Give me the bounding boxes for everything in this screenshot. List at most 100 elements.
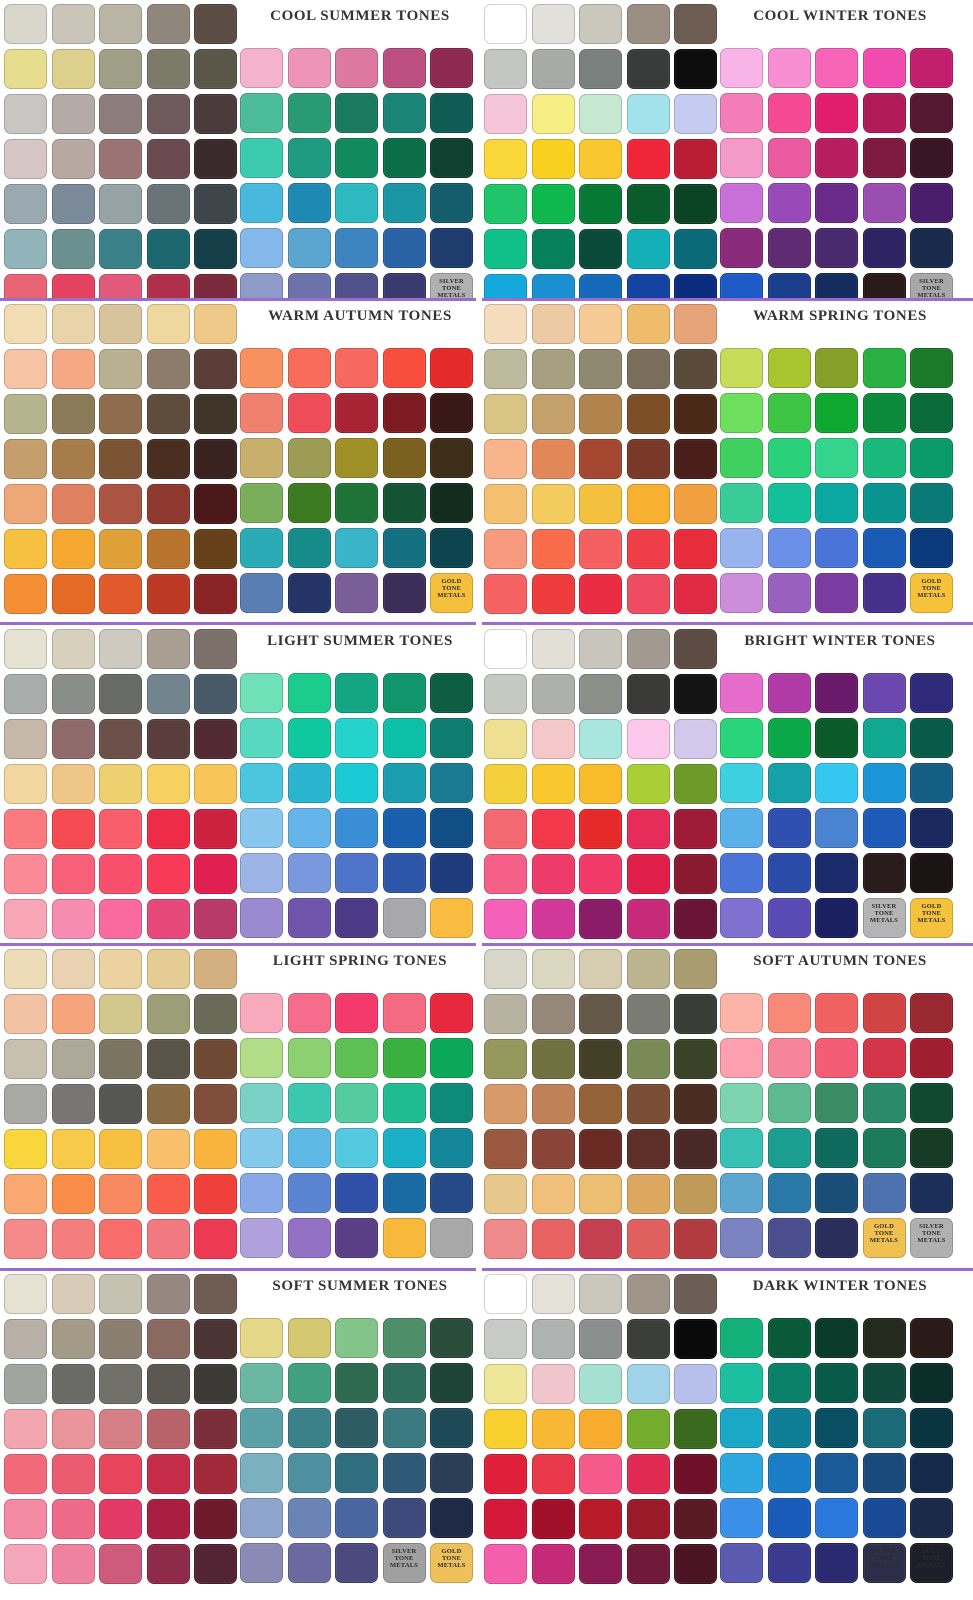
swatch — [335, 1318, 378, 1358]
swatch — [579, 574, 622, 614]
swatch — [146, 1454, 190, 1494]
swatch — [767, 393, 811, 433]
swatch — [335, 1218, 378, 1258]
swatch — [815, 1038, 858, 1078]
swatch — [4, 1319, 47, 1359]
swatch — [51, 1364, 95, 1404]
swatch — [51, 674, 95, 714]
swatch — [674, 1454, 717, 1494]
swatch — [626, 674, 670, 714]
swatch — [51, 274, 95, 300]
swatch — [815, 48, 858, 88]
swatch — [335, 228, 378, 268]
swatch — [626, 439, 670, 479]
swatch — [720, 438, 763, 478]
swatch — [910, 93, 953, 133]
swatch — [910, 228, 953, 268]
metal-label: GOLD TONE METALS — [917, 1548, 946, 1569]
swatch — [335, 853, 378, 893]
swatch — [51, 1544, 95, 1584]
swatch — [51, 899, 95, 939]
swatch — [287, 1038, 331, 1078]
swatch — [767, 1453, 811, 1493]
swatch — [51, 1174, 95, 1214]
swatch — [194, 574, 237, 614]
swatch — [674, 1544, 717, 1584]
swatch — [910, 528, 953, 568]
metal-swatch: SILVER TONE METALS — [910, 1218, 953, 1258]
swatch — [531, 764, 575, 804]
swatch — [146, 1174, 190, 1214]
swatch — [626, 1499, 670, 1539]
swatch — [287, 48, 331, 88]
swatch — [99, 574, 142, 614]
swatch — [626, 304, 670, 344]
swatch — [862, 138, 906, 178]
swatch — [194, 899, 237, 939]
swatch — [51, 229, 95, 269]
swatch — [910, 1408, 953, 1448]
swatch — [579, 1274, 622, 1314]
swatch — [910, 1083, 953, 1123]
swatch — [720, 1173, 763, 1213]
swatch — [674, 394, 717, 434]
swatch — [335, 48, 378, 88]
swatch — [579, 1409, 622, 1449]
swatch — [626, 349, 670, 389]
metal-swatch: GOLD TONE METALS — [862, 1218, 906, 1258]
swatch — [240, 1083, 283, 1123]
swatch — [430, 808, 473, 848]
swatch — [579, 629, 622, 669]
swatch — [910, 853, 953, 893]
swatch — [910, 763, 953, 803]
swatch — [287, 1173, 331, 1213]
swatch — [484, 1499, 527, 1539]
swatch — [194, 394, 237, 434]
swatch — [146, 994, 190, 1034]
swatch — [335, 1038, 378, 1078]
swatch — [674, 274, 717, 300]
palette-title: DARK WINTER TONES — [752, 1278, 928, 1294]
swatch — [579, 439, 622, 479]
swatch — [240, 673, 283, 713]
swatch — [484, 1544, 527, 1584]
swatch — [287, 183, 331, 223]
swatch — [720, 1363, 763, 1403]
swatch — [674, 4, 717, 44]
swatch — [720, 1543, 763, 1583]
swatch — [484, 484, 527, 524]
metal-label: SILVER TONE METALS — [389, 1548, 419, 1569]
swatch — [51, 349, 95, 389]
swatch — [194, 439, 237, 479]
swatch — [4, 1274, 47, 1314]
swatch — [862, 1363, 906, 1403]
swatch — [430, 93, 473, 133]
swatch — [531, 49, 575, 89]
swatch — [4, 529, 47, 569]
swatch — [531, 994, 575, 1034]
swatch — [626, 629, 670, 669]
swatch — [335, 393, 378, 433]
swatch — [674, 1219, 717, 1259]
swatch — [4, 1544, 47, 1584]
swatch — [430, 1218, 473, 1258]
swatch — [4, 719, 47, 759]
swatch — [484, 1219, 527, 1259]
swatch — [910, 438, 953, 478]
swatch — [579, 274, 622, 300]
palette-soft-summer-tones: SOFT SUMMER TONES SILVER TONE METALS GOLD … — [0, 1270, 478, 1600]
swatch — [382, 1498, 426, 1538]
swatch — [430, 1408, 473, 1448]
swatch — [484, 949, 527, 989]
swatch — [720, 853, 763, 893]
swatch — [194, 4, 237, 44]
swatch — [484, 1084, 527, 1124]
swatch — [862, 993, 906, 1033]
swatch — [194, 274, 237, 300]
swatch — [194, 1219, 237, 1259]
metal-label: GOLD TONE METALS — [917, 903, 946, 924]
swatch — [430, 1128, 473, 1168]
swatch — [287, 273, 331, 300]
swatch — [335, 273, 378, 300]
swatch — [146, 854, 190, 894]
